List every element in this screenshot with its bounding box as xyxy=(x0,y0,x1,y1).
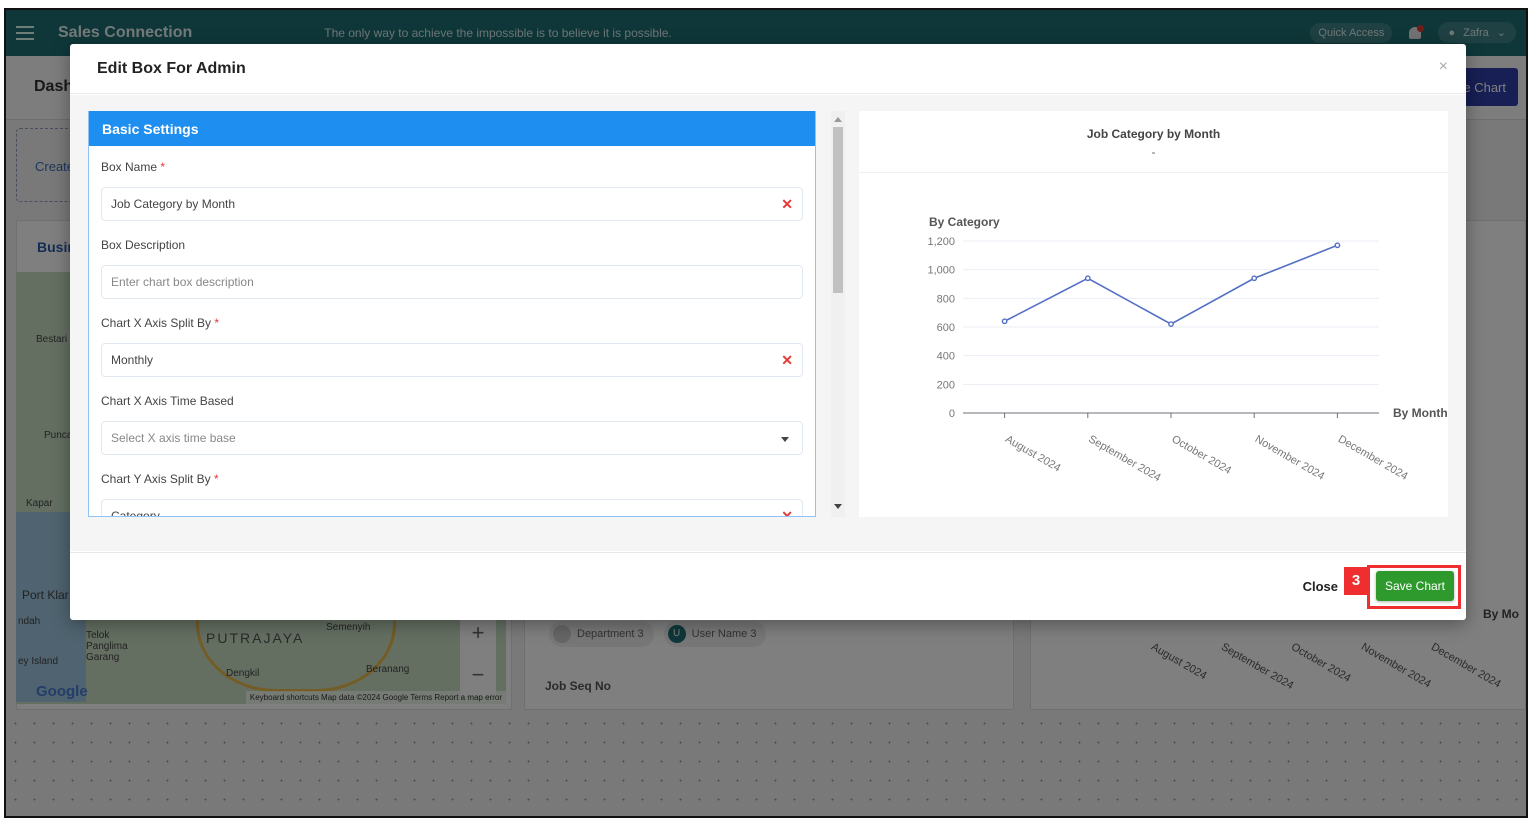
line-chart: By Category 0 200 400 600 800 1,000 1,200 By Mon… xyxy=(927,215,1448,484)
field-value: Select X axis time base xyxy=(111,431,236,445)
x-tick-label: November 2024 xyxy=(1253,433,1327,483)
chart-x-axis-split-by-input[interactable]: Monthly ✕ xyxy=(101,343,803,377)
y-tick-label: 200 xyxy=(937,379,955,391)
chart-x-axis-time-based-select[interactable]: Select X axis time base xyxy=(101,421,803,455)
caret-down-icon[interactable] xyxy=(781,437,789,442)
close-button[interactable]: Close xyxy=(1303,579,1338,594)
clear-icon[interactable]: ✕ xyxy=(781,508,793,516)
y-tick-label: 0 xyxy=(949,408,955,420)
clear-icon[interactable]: ✕ xyxy=(781,352,793,369)
y-tick-label: 600 xyxy=(937,322,955,334)
field-label-text: Chart Y Axis Split By xyxy=(101,472,211,486)
field-label-text: Box Description xyxy=(101,238,186,252)
chart-title: Job Category by Month xyxy=(1086,127,1221,141)
field-value: Monthly xyxy=(111,353,154,367)
step-badge: 3 xyxy=(1344,567,1368,595)
close-icon[interactable]: × xyxy=(1439,58,1448,76)
data-point xyxy=(1001,318,1008,325)
basic-settings-header: Basic Settings xyxy=(89,111,815,146)
y-tick-label: 1,000 xyxy=(927,265,955,277)
x-tick-label: December 2024 xyxy=(1336,433,1410,483)
scroll-up-arrow-icon[interactable] xyxy=(834,117,842,122)
field-value: Enter chart box description xyxy=(111,275,254,289)
form-scrollbar[interactable] xyxy=(831,111,845,517)
chart-y-axis-split-by-input[interactable]: Category ✕ xyxy=(101,499,803,517)
series-line xyxy=(1004,244,1338,326)
y-tick-label: 400 xyxy=(937,351,955,363)
required-asterisk: * xyxy=(160,160,166,174)
data-point xyxy=(1251,275,1258,282)
scroll-thumb[interactable] xyxy=(833,127,843,293)
scroll-down-arrow-icon[interactable] xyxy=(834,504,842,509)
y-axis-title: By Category xyxy=(929,215,1000,229)
field-value: Category xyxy=(111,509,160,517)
field-label-text: Chart X Axis Split By xyxy=(101,316,212,330)
x-tick-label: October 2024 xyxy=(1170,433,1234,477)
data-point xyxy=(1334,242,1341,249)
field-label-text: Chart X Axis Time Based xyxy=(101,394,234,408)
x-tick-label: September 2024 xyxy=(1086,433,1162,484)
field-label: Chart X Axis Split By * xyxy=(101,316,803,334)
edit-box-modal: Edit Box For Admin × Basic Settings Box … xyxy=(70,44,1466,620)
x-tick-label: August 2024 xyxy=(1003,433,1063,474)
data-point xyxy=(1168,321,1174,328)
modal-body: Basic Settings Box Name * Job Category by… xyxy=(70,95,1466,551)
app-window: Sales Connection The only way to achieve… xyxy=(4,8,1528,818)
field-label-text: Box Name xyxy=(101,160,158,174)
y-tick-label: 1,200 xyxy=(927,236,955,248)
box-name-input[interactable]: Job Category by Month ✕ xyxy=(101,187,803,221)
field-label: Box Name * xyxy=(101,160,803,178)
modal-footer: Close Save Chart xyxy=(70,552,1466,620)
basic-settings-card: Basic Settings Box Name * Job Category by… xyxy=(88,111,816,517)
field-label: Box Description xyxy=(101,238,803,256)
modal-header: Edit Box For Admin × xyxy=(70,44,1466,94)
clear-icon[interactable]: ✕ xyxy=(781,196,793,213)
y-tick-label: 800 xyxy=(937,293,955,305)
box-description-input[interactable]: Enter chart box description xyxy=(101,265,803,299)
field-label: Chart X Axis Time Based xyxy=(101,394,803,412)
step-highlight-box xyxy=(1367,565,1461,609)
basic-settings-form: Box Name * Job Category by Month ✕ Box Desc… xyxy=(89,146,815,517)
chart-preview-header: Job Category by Month - xyxy=(859,111,1448,173)
chart-subtitle: - xyxy=(1151,145,1156,159)
required-asterisk: * xyxy=(213,472,219,486)
x-axis-title: By Month xyxy=(1393,406,1448,420)
chart-preview-card: Job Category by Month - By Category 0 200 4… xyxy=(859,111,1448,517)
modal-title: Edit Box For Admin xyxy=(97,59,246,77)
field-label: Chart Y Axis Split By * xyxy=(101,472,803,490)
data-point xyxy=(1084,275,1091,282)
required-asterisk: * xyxy=(214,316,220,330)
field-value: Job Category by Month xyxy=(111,197,236,211)
